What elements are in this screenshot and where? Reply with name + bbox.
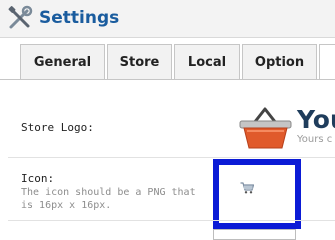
shopping-cart-icon[interactable]	[240, 182, 254, 194]
icon-highlight-box	[213, 159, 301, 229]
icon-help-text: The icon should be a PNG that is 16px x …	[21, 187, 196, 211]
icon-label: Icon:	[21, 172, 55, 185]
tab-local[interactable]: Local	[174, 44, 240, 80]
page-title: Settings	[39, 8, 120, 28]
row-divider	[8, 220, 335, 221]
tab-option[interactable]: Option	[242, 44, 317, 80]
tab-general[interactable]: General	[20, 44, 105, 80]
tab-store[interactable]: Store	[107, 44, 172, 80]
logo-store-name: You	[297, 105, 335, 134]
logo-tagline: Yours c	[297, 134, 333, 145]
page-header: Settings	[0, 0, 335, 38]
next-field-input[interactable]	[213, 229, 296, 240]
tools-icon	[8, 5, 33, 29]
tab-more[interactable]	[319, 44, 335, 80]
store-logo-label: Store Logo:	[21, 121, 94, 134]
basket-logo-icon[interactable]	[238, 103, 293, 151]
row-divider	[8, 157, 335, 158]
